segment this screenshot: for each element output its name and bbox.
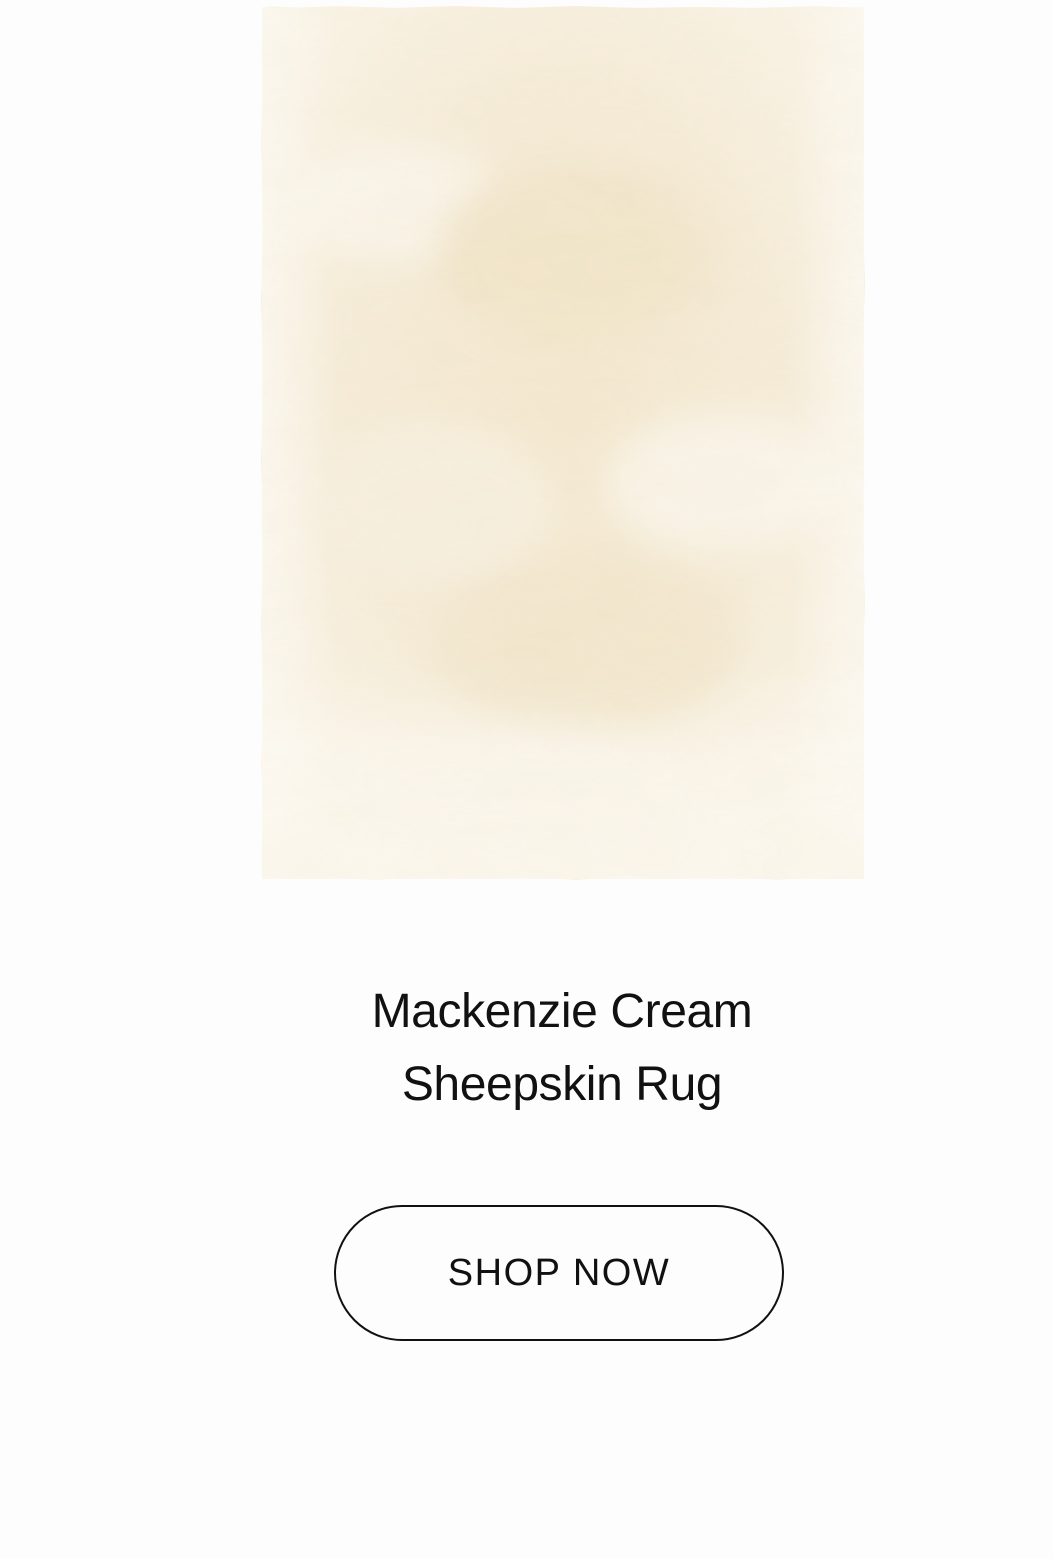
shop-now-label: SHOP NOW (447, 1251, 671, 1294)
shop-now-button[interactable]: SHOP NOW (334, 1205, 784, 1341)
rug-image[interactable] (256, 3, 868, 883)
product-title-line-2: Sheepskin Rug (401, 1058, 723, 1111)
product-title-line-1: Mackenzie Cream (371, 985, 753, 1038)
rug-illustration (261, 6, 865, 880)
product-card: Mackenzie Cream Sheepskin Rug SHOP NOW (0, 0, 1053, 1559)
product-title[interactable]: Mackenzie Cream Sheepskin Rug (246, 975, 878, 1121)
